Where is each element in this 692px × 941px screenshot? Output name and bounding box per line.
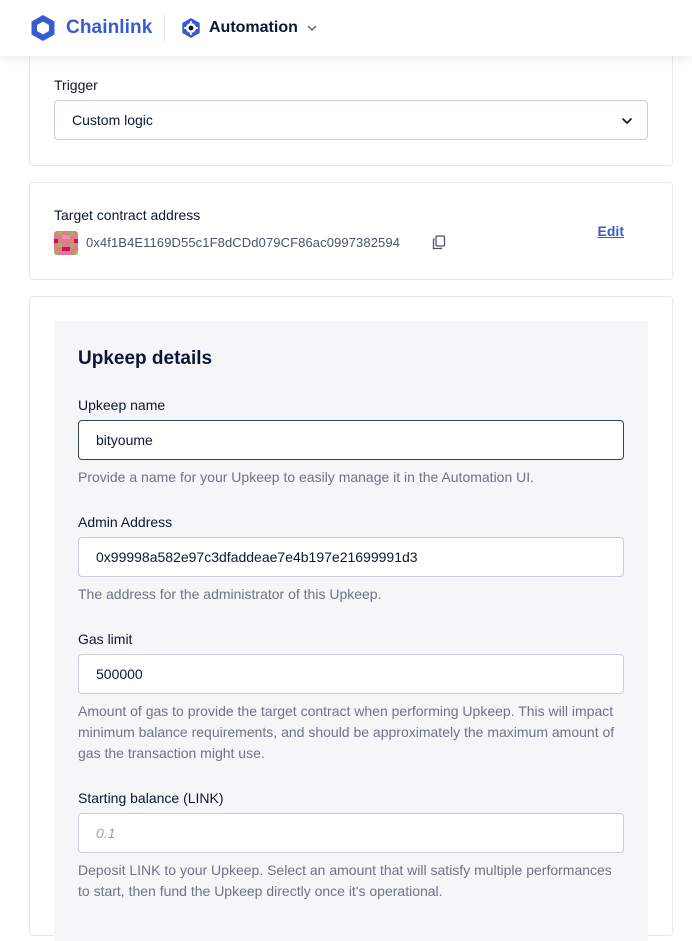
top-navbar: Chainlink Automation (0, 0, 692, 56)
copy-icon[interactable] (432, 235, 446, 250)
upkeep-details-panel: Upkeep details Upkeep name Provide a nam… (54, 321, 648, 941)
chainlink-logo-icon (31, 15, 55, 41)
starting-balance-label: Starting balance (LINK) (78, 790, 224, 806)
gas-limit-input[interactable] (78, 654, 624, 694)
admin-address-input[interactable] (78, 537, 624, 577)
starting-balance-helper: Deposit LINK to your Upkeep. Select an a… (78, 862, 612, 899)
upkeep-name-label: Upkeep name (78, 397, 166, 413)
upkeep-name-input[interactable] (78, 420, 624, 460)
trigger-select[interactable]: Custom logic (54, 100, 648, 140)
target-contract-address: 0x4f1B4E1169D55c1F8dCDd079CF86ac09973825… (86, 235, 401, 250)
chevron-down-icon (622, 118, 632, 124)
upkeep-details-card: Upkeep details Upkeep name Provide a nam… (29, 296, 673, 941)
starting-balance-input[interactable] (78, 813, 624, 853)
brand-link[interactable]: Chainlink (30, 13, 152, 43)
product-name: Automation (209, 19, 298, 36)
automation-gear-icon (182, 18, 200, 38)
trigger-selected-value: Custom logic (72, 112, 153, 128)
target-contract-label: Target contract address (54, 207, 201, 223)
admin-address-label: Admin Address (78, 514, 173, 530)
trigger-label: Trigger (54, 77, 98, 93)
brand-name: Chainlink (66, 17, 153, 38)
target-contract-card: Target contract address 0x4f1B4E1169D55c… (29, 182, 673, 280)
contract-identicon-avatar (54, 231, 78, 255)
upkeep-details-title: Upkeep details (78, 348, 213, 369)
admin-address-helper: The address for the administrator of thi… (78, 586, 382, 602)
trigger-card: Trigger Custom logic (29, 52, 673, 166)
gas-limit-label: Gas limit (78, 631, 133, 647)
product-switcher[interactable]: Automation (180, 14, 318, 42)
nav-divider (164, 15, 165, 41)
upkeep-name-helper: Provide a name for your Upkeep to easily… (78, 469, 535, 485)
chevron-down-icon (307, 25, 317, 31)
edit-target-contract-link[interactable]: Edit (598, 223, 624, 239)
gas-limit-helper: Amount of gas to provide the target cont… (78, 703, 615, 761)
